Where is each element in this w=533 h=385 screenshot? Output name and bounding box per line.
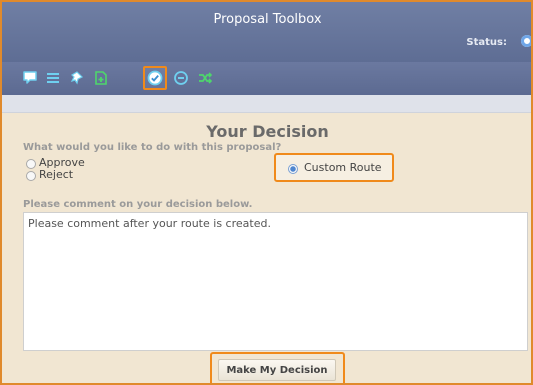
custom-route-radio[interactable] <box>288 164 298 174</box>
minus-circle-icon <box>174 71 188 85</box>
decision-panel: Your Decision What would you like to do … <box>2 113 531 383</box>
reject-radio[interactable] <box>26 171 36 181</box>
comment-tool-button[interactable] <box>18 66 42 90</box>
toolbar <box>2 62 531 95</box>
approve-radio[interactable] <box>26 159 36 169</box>
route-tool-button[interactable] <box>193 66 217 90</box>
comment-textarea[interactable]: Please comment after your route is creat… <box>23 212 528 351</box>
add-document-icon <box>95 71 107 85</box>
submit-highlight: Make My Decision <box>210 352 345 383</box>
custom-route-label[interactable]: Custom Route <box>304 161 382 174</box>
comment-icon <box>23 71 37 84</box>
window-title: Proposal Toolbox <box>213 12 322 27</box>
pin-tool-button[interactable] <box>65 66 89 90</box>
status-label: Status: <box>466 37 507 48</box>
list-icon <box>47 73 59 83</box>
proposal-toolbox-window: Proposal Toolbox Status: Your Decision W… <box>0 0 533 385</box>
add-document-tool-button[interactable] <box>89 66 113 90</box>
shuffle-icon <box>199 72 213 84</box>
make-decision-button[interactable]: Make My Decision <box>218 359 336 381</box>
checkmark-icon <box>147 70 163 86</box>
decision-tool-button[interactable] <box>143 66 167 90</box>
decision-question: What would you like to do with this prop… <box>23 142 282 153</box>
comment-label: Please comment on your decision below. <box>23 199 253 210</box>
custom-route-highlight: Custom Route <box>274 153 394 182</box>
list-tool-button[interactable] <box>41 66 65 90</box>
reject-label[interactable]: Reject <box>39 168 73 181</box>
minus-tool-button[interactable] <box>169 66 193 90</box>
title-bar: Proposal Toolbox Status: <box>2 2 531 62</box>
sub-toolbar-strip <box>2 95 531 113</box>
decision-heading: Your Decision <box>206 122 329 141</box>
status-indicator[interactable] <box>521 35 531 47</box>
pin-icon <box>70 71 84 85</box>
